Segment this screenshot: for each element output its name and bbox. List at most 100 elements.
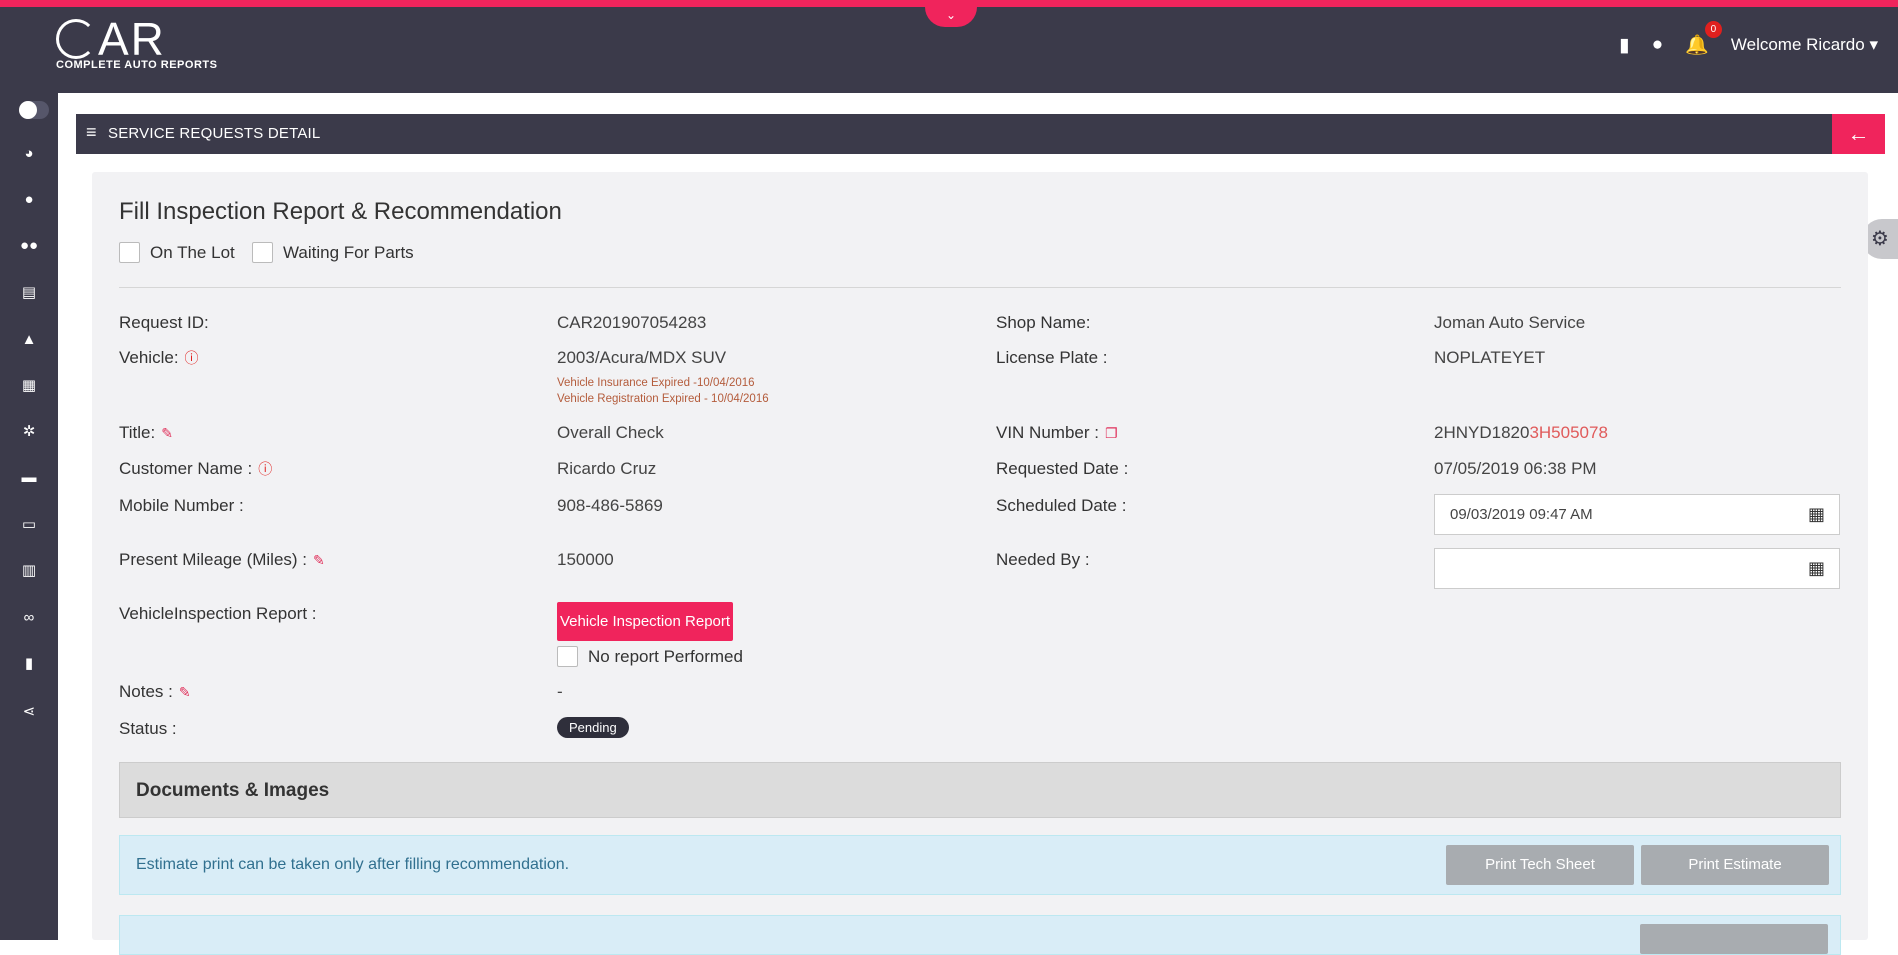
section-title: SERVICE REQUESTS DETAIL <box>108 125 321 142</box>
notes-label-wrap: Notes : ✎ <box>119 682 191 702</box>
monitor-icon[interactable]: ▭ <box>0 510 58 540</box>
bar-chart-icon[interactable]: ▥ <box>0 556 58 586</box>
print-tech-sheet-button[interactable]: Print Tech Sheet <box>1446 845 1634 885</box>
calendar-icon[interactable]: ▦ <box>1808 495 1825 534</box>
vehicle-label-wrap: Vehicle: ⓘ <box>119 348 199 368</box>
logo-c-icon <box>56 18 96 59</box>
waiting-parts-checkbox[interactable]: Waiting For Parts <box>252 242 414 263</box>
copy-icon[interactable]: ❐ <box>1105 425 1118 441</box>
notes-label: Notes : <box>119 682 173 701</box>
info-icon[interactable]: ⓘ <box>185 350 199 366</box>
mileage-label: Present Mileage (Miles) : <box>119 550 308 569</box>
customer-name-value: Ricardo Cruz <box>557 459 657 478</box>
no-report-checkbox[interactable]: No report Performed <box>557 646 743 667</box>
customer-label-wrap: Customer Name : ⓘ <box>119 459 272 479</box>
bell-icon[interactable]: 🔔 0 <box>1685 21 1722 57</box>
title-label: Title: <box>119 423 156 442</box>
estimate-alert: Estimate print can be taken only after f… <box>119 835 1841 895</box>
requested-date-value: 07/05/2019 06:38 PM <box>1434 459 1597 478</box>
mileage-label-wrap: Present Mileage (Miles) : ✎ <box>119 550 325 570</box>
vehicle-inspection-report-button[interactable]: Vehicle Inspection Report <box>557 602 733 641</box>
print-estimate-button[interactable]: Print Estimate <box>1641 845 1829 885</box>
checkbox-box[interactable] <box>252 242 273 263</box>
vehicle-label: Vehicle: <box>119 348 179 367</box>
logo[interactable]: AR COMPLETE AUTO REPORTS <box>56 15 217 71</box>
top-header: AR COMPLETE AUTO REPORTS ⌄ ▮ ● 🔔 0 Welcom… <box>0 0 1898 93</box>
handshake-icon[interactable]: ∞ <box>0 603 58 633</box>
scheduled-date-input[interactable]: 09/03/2019 09:47 AM ▦ <box>1434 494 1840 535</box>
card-title: Fill Inspection Report & Recommendation <box>119 198 562 225</box>
status-label: Status : <box>119 719 177 738</box>
sidebar-toggle[interactable] <box>19 101 49 119</box>
book-icon[interactable]: ▮ <box>1619 34 1629 57</box>
checkbox-box[interactable] <box>119 242 140 263</box>
share-icon[interactable]: ⋖ <box>0 697 58 727</box>
mobile-label: Mobile Number : <box>119 496 244 515</box>
detail-card: Fill Inspection Report & Recommendation … <box>92 172 1868 955</box>
vin-prefix: 2HNYD1820 <box>1434 423 1530 442</box>
shop-name-label: Shop Name: <box>996 313 1091 332</box>
notification-badge: 0 <box>1704 21 1722 38</box>
logo-subtitle: COMPLETE AUTO REPORTS <box>56 59 218 71</box>
request-id-label: Request ID: <box>119 313 209 332</box>
mobile-value: 908-486-5869 <box>557 496 663 515</box>
chat-icon[interactable]: ● <box>1652 34 1663 56</box>
registration-warning: Vehicle Registration Expired - 10/04/201… <box>557 393 769 405</box>
cogs-icon[interactable]: ✲ <box>0 417 58 447</box>
insurance-warning: Vehicle Insurance Expired -10/04/2016 <box>557 377 755 389</box>
chevron-down-icon: ⌄ <box>945 8 957 22</box>
pencil-icon[interactable]: ✎ <box>161 425 173 441</box>
section-header: ≡ SERVICE REQUESTS DETAIL ← <box>76 114 1885 154</box>
vin-value: 2HNYD18203H505078 <box>1434 423 1608 443</box>
book-icon[interactable]: ▮ <box>0 649 58 679</box>
dashboard-icon[interactable]: ◕ <box>0 139 58 169</box>
request-id-value: CAR201907054283 <box>557 313 707 332</box>
pencil-icon[interactable]: ✎ <box>179 684 191 700</box>
shop-name-value: Joman Auto Service <box>1434 313 1586 332</box>
arrow-left-icon: ← <box>1847 121 1870 146</box>
secondary-alert <box>119 915 1841 955</box>
warning-icon[interactable]: ▲ <box>0 325 58 355</box>
header-actions: ▮ ● 🔔 0 Welcome Ricardo ▾ <box>1619 21 1878 57</box>
on-lot-label: On The Lot <box>150 242 235 262</box>
status-badge: Pending <box>557 717 629 738</box>
needed-by-label: Needed By : <box>996 550 1090 569</box>
scheduled-date-label: Scheduled Date : <box>996 496 1127 515</box>
documents-section-header[interactable]: Documents & Images <box>119 762 1841 818</box>
needed-by-input[interactable]: ▦ <box>1434 548 1840 589</box>
briefcase-icon[interactable]: ▬ <box>0 463 58 493</box>
calendar-icon[interactable]: ▦ <box>1808 549 1825 588</box>
on-lot-checkbox[interactable]: On The Lot <box>119 242 235 263</box>
pencil-icon[interactable]: ✎ <box>313 552 325 568</box>
license-plate-value: NOPLATEYET <box>1434 348 1546 367</box>
document-icon[interactable]: ▤ <box>0 278 58 308</box>
sidebar: ◕ ● ●● ▤ ▲ ▦ ✲ ▬ ▭ ▥ ∞ ▮ ⋖ <box>0 93 58 940</box>
title-value: Overall Check <box>557 423 664 442</box>
documents-title: Documents & Images <box>136 780 330 801</box>
user-icon[interactable]: ● <box>0 185 58 215</box>
caret-down-icon: ▾ <box>1869 35 1878 54</box>
title-label-wrap: Title: ✎ <box>119 423 173 443</box>
logo-text: AR <box>98 13 166 65</box>
hamburger-icon[interactable]: ≡ <box>86 122 97 143</box>
users-icon[interactable]: ●● <box>0 231 58 261</box>
gear-icon: ⚙ <box>1871 228 1889 250</box>
info-icon[interactable]: ⓘ <box>258 461 272 477</box>
vin-label: VIN Number : <box>996 423 1099 442</box>
alert-text: Estimate print can be taken only after f… <box>136 856 570 873</box>
customer-name-label: Customer Name : <box>119 459 253 478</box>
vin-suffix: 3H505078 <box>1529 423 1608 442</box>
vin-label-wrap: VIN Number : ❐ <box>996 423 1118 443</box>
checkbox-box[interactable] <box>557 646 578 667</box>
requested-date-label: Requested Date : <box>996 459 1129 478</box>
notes-value: - <box>557 682 563 701</box>
welcome-text: Welcome Ricardo <box>1730 35 1865 54</box>
back-button[interactable]: ← <box>1832 114 1885 154</box>
partial-button[interactable] <box>1640 924 1828 954</box>
header-pull-tab[interactable]: ⌄ <box>925 7 977 27</box>
calendar-icon[interactable]: ▦ <box>0 371 58 401</box>
user-menu[interactable]: Welcome Ricardo ▾ <box>1731 35 1878 55</box>
inspection-report-label: VehicleInspection Report : <box>119 604 317 623</box>
waiting-parts-label: Waiting For Parts <box>283 242 414 262</box>
divider <box>119 287 1841 288</box>
